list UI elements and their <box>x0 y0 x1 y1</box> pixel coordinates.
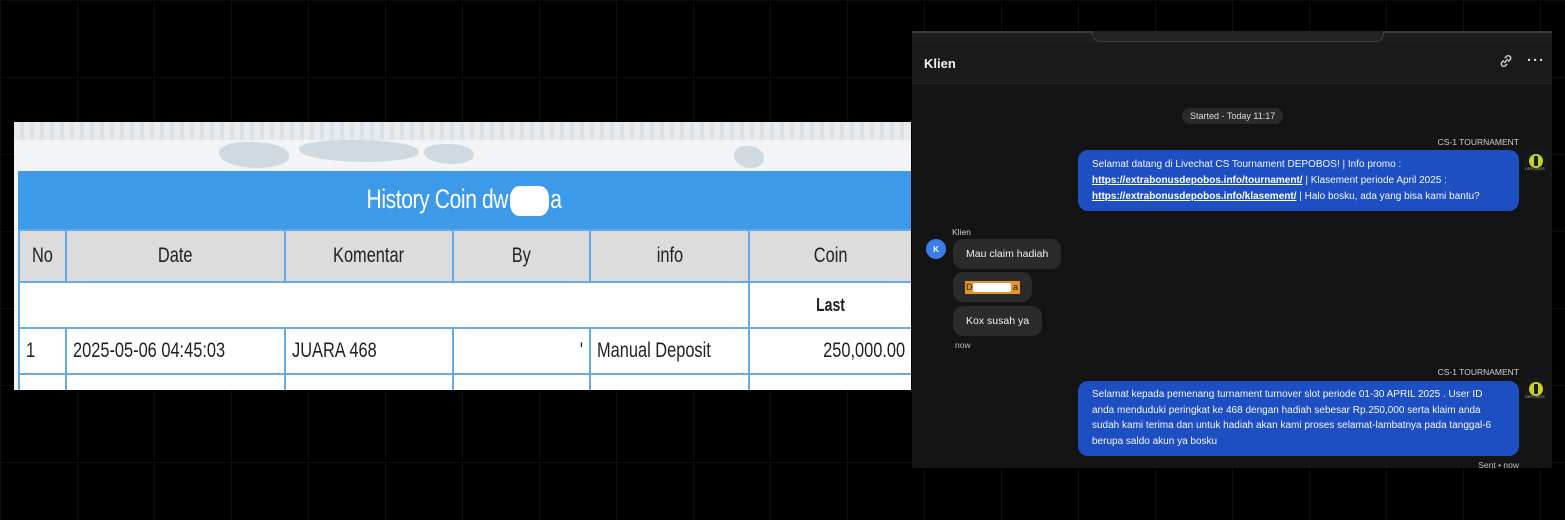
cell-date <box>65 373 286 390</box>
map-decoration <box>734 146 764 168</box>
cell-info <box>589 373 750 390</box>
tournament-link[interactable]: https://extrabonusdepobos.info/tournamen… <box>1092 175 1303 186</box>
client-message: Kox susah ya <box>953 306 1043 336</box>
chat-header: Klien ··· <box>912 43 1552 84</box>
chat-title: Klien <box>924 56 956 71</box>
chat-window: Klien ··· Started - Today 11:17 CS-1 TOU… <box>912 31 1552 468</box>
history-table: No Date Komentar By info Coin Last 1 202… <box>18 229 911 390</box>
empty-cell <box>18 281 750 329</box>
history-title-suffix: a <box>550 184 563 215</box>
welcome-text: Selamat datang di Livechat CS Tournament… <box>1092 159 1402 170</box>
top-strip <box>14 122 911 140</box>
redaction-mask: D a <box>965 280 1020 294</box>
agent-name: CS-1 TOURNAMENT <box>1437 137 1519 147</box>
table-row[interactable] <box>18 373 911 390</box>
cell-komentar <box>284 373 454 390</box>
agent-name: CS-1 TOURNAMENT <box>1437 367 1519 377</box>
col-header-date[interactable]: Date <box>65 229 286 283</box>
cell-date: 2025-05-06 04:45:03 <box>65 327 286 375</box>
table-row[interactable]: 1 2025-05-06 04:45:03 JUARA 468 ' Manual… <box>18 327 911 375</box>
link-icon[interactable] <box>1498 53 1518 73</box>
cell-info: Manual Deposit <box>589 327 750 375</box>
client-message-redacted: D a <box>953 272 1032 302</box>
last-row: Last <box>18 281 911 329</box>
window-topbar <box>912 31 1552 43</box>
cell-by: ' <box>452 327 591 375</box>
cell-by <box>452 373 591 390</box>
cell-coin: 250,000.00 <box>748 327 911 375</box>
map-decoration <box>219 142 289 168</box>
col-header-komentar[interactable]: Komentar <box>284 229 454 283</box>
col-header-info[interactable]: info <box>589 229 750 283</box>
cell-no: 1 <box>18 327 67 375</box>
map-decoration <box>424 144 474 164</box>
history-coin-panel: History Coin dw a No Date Komentar By inf… <box>14 122 911 390</box>
col-header-by[interactable]: By <box>452 229 591 283</box>
agent-welcome-bubble: Selamat datang di Livechat CS Tournament… <box>1078 150 1519 211</box>
last-label-cell: Last <box>748 281 911 329</box>
col-header-coin[interactable]: Coin <box>748 229 911 283</box>
logo-caption: DEPOBOS <box>1525 394 1545 399</box>
history-title-prefix: History Coin dw <box>366 184 509 215</box>
agent-reply-bubble: Selamat kepada pemenang turnament turnov… <box>1078 381 1519 456</box>
session-started-label: Started - Today 11:17 <box>1182 108 1284 124</box>
table-header-row: No Date Komentar By info Coin <box>18 229 911 283</box>
more-options-icon[interactable]: ··· <box>1526 53 1546 73</box>
welcome-text: | Klasement periode April 2025 : <box>1302 175 1447 186</box>
map-decoration <box>299 140 419 162</box>
client-message: Mau claim hadiah <box>953 239 1062 269</box>
logo-caption: DEPOBOS <box>1525 166 1545 171</box>
cell-coin <box>748 373 911 390</box>
cell-komentar: JUARA 468 <box>284 327 454 375</box>
history-title: History Coin dw a <box>18 171 911 229</box>
client-timestamp: now <box>955 340 971 350</box>
redaction-mask <box>510 185 550 216</box>
welcome-text: | Halo bosku, ada yang bisa kami bantu? <box>1296 191 1480 202</box>
col-header-no[interactable]: No <box>18 229 67 283</box>
client-avatar: K <box>926 239 946 259</box>
klasement-link[interactable]: https://extrabonusdepobos.info/klasement… <box>1092 191 1296 202</box>
client-name: Klien <box>952 227 971 237</box>
topbar-search[interactable] <box>1092 31 1384 42</box>
sent-status: Sent • now <box>1478 460 1519 468</box>
cell-no <box>18 373 67 390</box>
